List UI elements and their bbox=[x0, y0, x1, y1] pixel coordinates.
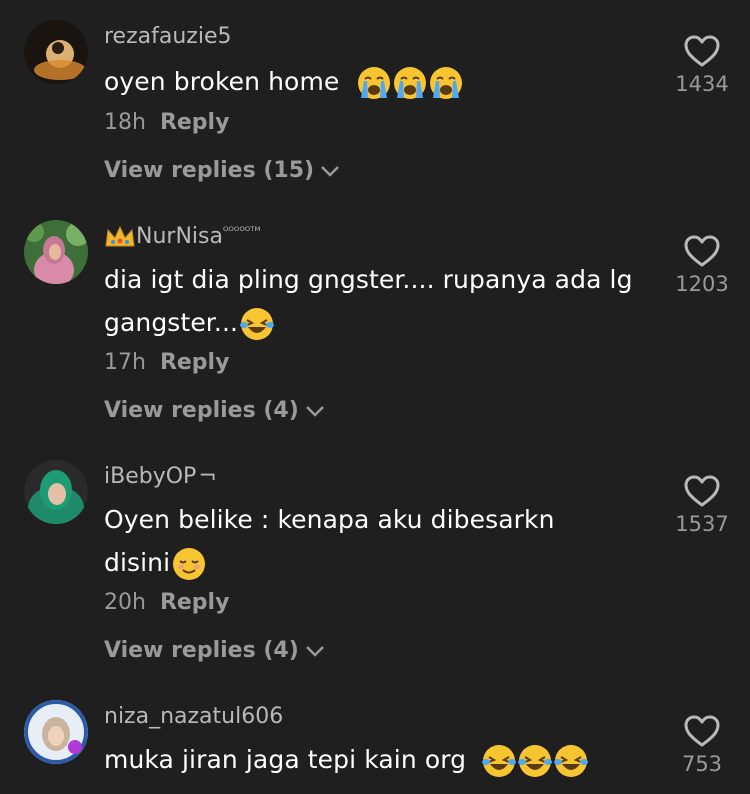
like-button[interactable]: 1434 bbox=[668, 34, 736, 96]
like-button[interactable]: 1537 bbox=[668, 474, 736, 536]
timestamp: 17h bbox=[104, 350, 146, 375]
username[interactable]: NurNisaᴼᴼᴼᴼᴼᵀᴹ bbox=[104, 224, 260, 250]
heart-icon bbox=[684, 235, 720, 267]
crying-face-emoji bbox=[357, 66, 392, 100]
comment-text: Oyen belike : kenapa aku dibesarkn disin… bbox=[104, 498, 624, 584]
timestamp: 20h bbox=[104, 590, 146, 615]
avatar[interactable] bbox=[24, 20, 88, 84]
chevron-down-icon bbox=[305, 406, 324, 417]
tears-of-joy-emoji bbox=[554, 744, 589, 778]
username-text: iBebyOP bbox=[104, 464, 197, 489]
comment-meta: 18h Reply bbox=[104, 110, 229, 135]
comment-body: oyen broken home bbox=[104, 67, 340, 96]
comment-body: muka jiran jaga tepi kain org bbox=[104, 745, 467, 774]
reply-button[interactable]: Reply bbox=[160, 590, 230, 615]
view-replies-label: View replies (4) bbox=[104, 638, 299, 663]
crown-emoji bbox=[105, 225, 135, 247]
avatar[interactable] bbox=[24, 460, 88, 524]
heart-icon bbox=[684, 715, 720, 747]
avatar[interactable] bbox=[24, 220, 88, 284]
comment-text: muka jiran jaga tepi kain org bbox=[104, 738, 664, 781]
view-replies-button[interactable]: View replies (4) bbox=[104, 398, 325, 423]
comment-text: oyen broken home bbox=[104, 60, 664, 103]
view-replies-button[interactable]: View replies (15) bbox=[104, 158, 340, 183]
comment-body: dia igt dia pling gngster.... rupanya ad… bbox=[104, 265, 633, 337]
view-replies-label: View replies (4) bbox=[104, 398, 299, 423]
username-suffix: ᴼᴼᴼᴼᴼᵀᴹ bbox=[222, 224, 261, 238]
crying-face-emoji bbox=[393, 66, 428, 100]
comment-meta: 20h Reply bbox=[104, 590, 229, 615]
timestamp: 18h bbox=[104, 110, 146, 135]
like-count: 1537 bbox=[675, 512, 729, 536]
like-button[interactable]: 753 bbox=[668, 714, 736, 776]
username-suffix: ¬ bbox=[198, 464, 217, 489]
tears-of-joy-emoji bbox=[518, 744, 553, 778]
comment-meta: 17h Reply bbox=[104, 350, 229, 375]
username[interactable]: rezafauzie5 bbox=[104, 24, 232, 49]
reply-button[interactable]: Reply bbox=[160, 110, 230, 135]
username-text: NurNisa bbox=[136, 224, 223, 249]
crying-face-emoji bbox=[429, 66, 464, 100]
heart-icon bbox=[684, 35, 720, 67]
tears-of-joy-emoji bbox=[240, 307, 275, 341]
comment-text: dia igt dia pling gngster.... rupanya ad… bbox=[104, 258, 664, 344]
view-replies-label: View replies (15) bbox=[104, 158, 315, 183]
username[interactable]: niza_nazatul606 bbox=[104, 704, 283, 729]
like-count: 753 bbox=[681, 752, 723, 776]
chevron-down-icon bbox=[321, 166, 339, 177]
reply-button[interactable]: Reply bbox=[160, 350, 230, 375]
tears-of-joy-emoji bbox=[482, 744, 517, 778]
relieved-face-emoji bbox=[172, 547, 207, 581]
view-replies-button[interactable]: View replies (4) bbox=[104, 638, 325, 663]
avatar[interactable] bbox=[24, 700, 88, 764]
username[interactable]: iBebyOP¬ bbox=[104, 464, 217, 489]
heart-icon bbox=[684, 475, 720, 507]
like-button[interactable]: 1203 bbox=[668, 234, 736, 296]
chevron-down-icon bbox=[305, 646, 324, 657]
like-count: 1434 bbox=[675, 72, 729, 96]
like-count: 1203 bbox=[675, 272, 729, 296]
